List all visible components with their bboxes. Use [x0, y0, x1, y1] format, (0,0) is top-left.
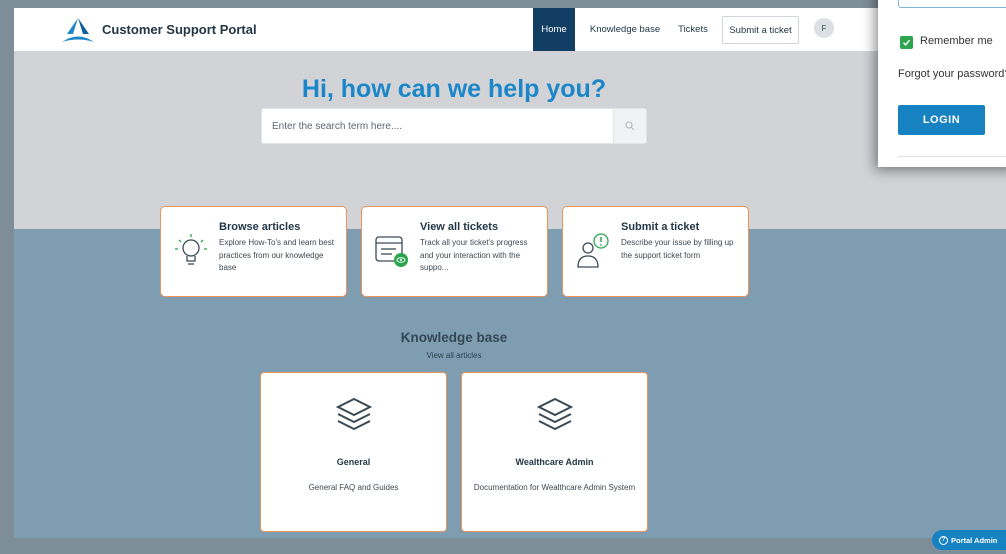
user-avatar[interactable]: F	[814, 18, 834, 38]
login-button[interactable]: LOGIN	[898, 105, 985, 135]
remember-me-label[interactable]: Remember me	[920, 35, 993, 47]
help-icon: ?	[939, 535, 948, 545]
screen: Customer Support Portal Home Knowledge b…	[0, 0, 1006, 554]
search-bar	[261, 108, 647, 144]
card-description: Describe your issue by filling up the su…	[621, 238, 734, 260]
kb-category-title: General	[336, 457, 371, 467]
portal-admin-button[interactable]: ? Portal Admin	[932, 530, 1006, 550]
nav-tickets[interactable]: Tickets	[674, 8, 712, 51]
kb-category-general[interactable]: General General FAQ and Guides	[260, 372, 447, 532]
card-title: Browse articles	[219, 221, 301, 233]
search-input[interactable]	[262, 109, 614, 143]
search-icon	[625, 121, 635, 131]
tickets-icon	[375, 236, 408, 267]
card-title: View all tickets	[420, 221, 499, 233]
password-field[interactable]	[898, 0, 1006, 8]
logo-icon[interactable]	[60, 17, 96, 43]
browse-articles-card[interactable]: Browse articles Explore How-To's and lea…	[160, 206, 347, 297]
layers-icon	[536, 397, 574, 431]
checkmark-icon	[902, 39, 911, 46]
top-navbar: Customer Support Portal Home Knowledge b…	[14, 8, 1006, 51]
submit-ticket-card[interactable]: Submit a ticket Describe your issue by f…	[562, 206, 749, 297]
nav-submit-ticket-button[interactable]: Submit a ticket	[722, 16, 799, 44]
nav-home[interactable]: Home	[533, 8, 575, 51]
search-button[interactable]	[613, 109, 646, 143]
card-title: Submit a ticket	[621, 221, 700, 233]
remember-me-checkbox[interactable]	[900, 36, 913, 49]
knowledge-base-heading: Knowledge base	[400, 330, 508, 345]
brand-name[interactable]: Customer Support Portal	[102, 22, 257, 37]
kb-category-description: General FAQ and Guides	[308, 483, 399, 492]
divider	[898, 156, 1006, 157]
nav-knowledge-base[interactable]: Knowledge base	[588, 8, 662, 51]
portal-admin-label: Portal Admin	[951, 535, 998, 545]
view-all-articles-link[interactable]: View all articles	[14, 351, 894, 360]
lightbulb-icon	[175, 234, 207, 265]
card-description: Track all your ticket's progress and you…	[420, 238, 528, 272]
kb-category-wealthcare-admin[interactable]: Wealthcare Admin Documentation for Wealt…	[461, 372, 648, 532]
kb-category-description: Documentation for Wealthcare Admin Syste…	[473, 483, 636, 492]
kb-category-title: Wealthcare Admin	[515, 457, 594, 467]
view-tickets-card[interactable]: View all tickets Track all your ticket's…	[361, 206, 548, 297]
hero-title: Hi, how can we help you?	[301, 75, 607, 103]
person-alert-icon	[577, 233, 609, 268]
layers-icon	[335, 397, 373, 431]
card-description: Explore How-To's and learn best practice…	[219, 238, 334, 272]
portal-window: Customer Support Portal Home Knowledge b…	[14, 8, 1006, 538]
login-popup: Remember me Forgot your password? LOGIN	[878, 0, 1006, 167]
forgot-password-link[interactable]: Forgot your password?	[898, 68, 1006, 80]
